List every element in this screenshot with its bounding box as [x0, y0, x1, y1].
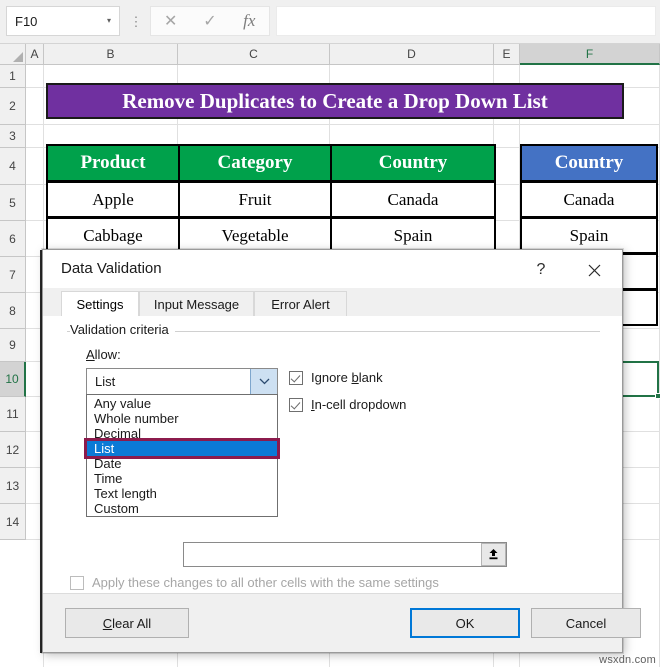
row-header-3[interactable]: 3 [0, 125, 26, 148]
list-option-custom[interactable]: Custom [87, 501, 277, 516]
column-header-d[interactable]: D [330, 44, 494, 65]
row-header-2[interactable]: 2 [0, 88, 26, 125]
row-header-4[interactable]: 4 [0, 148, 26, 185]
row-header-6[interactable]: 6 [0, 221, 26, 257]
table-cell-category[interactable]: Fruit [178, 181, 332, 218]
allow-options-listbox[interactable]: Any value Whole number Decimal List Date… [84, 394, 280, 517]
row-header-13[interactable]: 13 [0, 468, 26, 504]
tab-error-alert[interactable]: Error Alert [254, 291, 347, 316]
column-header-c[interactable]: C [178, 44, 330, 65]
tab-settings[interactable]: Settings [61, 291, 139, 317]
select-all-corner[interactable] [0, 44, 26, 65]
gridline-horizontal [26, 124, 660, 125]
table-header-product: Product [46, 144, 180, 182]
in-cell-dropdown-checkbox-row[interactable]: In-cell dropdown [289, 397, 406, 412]
row-header-11[interactable]: 11 [0, 397, 26, 432]
watermark: wsxdn.com [599, 654, 656, 666]
sheet-title-banner: Remove Duplicates to Create a Drop Down … [46, 83, 624, 119]
list-option-any-value[interactable]: Any value [87, 396, 277, 411]
select-all-triangle-icon [13, 52, 23, 62]
data-validation-dialog: Data Validation ? Settings Input Message… [42, 249, 641, 653]
row-header-1[interactable]: 1 [0, 65, 26, 88]
in-cell-dropdown-label: In-cell dropdown [311, 397, 407, 412]
insert-function-icon[interactable]: fx [230, 11, 269, 31]
ok-button[interactable]: OK [410, 608, 520, 638]
range-selector-icon[interactable] [481, 543, 506, 566]
more-options-icon[interactable]: ⋮ [127, 6, 145, 36]
row-header-7[interactable]: 7 [0, 257, 26, 293]
allow-dropdown-value: List [95, 374, 116, 389]
table-header-country: Country [330, 144, 496, 182]
chevron-down-icon[interactable]: ▾ [99, 17, 119, 25]
checkbox-icon[interactable] [289, 370, 303, 385]
row-header-5[interactable]: 5 [0, 185, 26, 221]
allow-dropdown[interactable]: List [86, 368, 278, 395]
dialog-tab-strip: Settings Input Message Error Alert [43, 288, 622, 317]
formula-input[interactable] [276, 6, 656, 36]
checkbox-icon[interactable] [289, 397, 303, 412]
column-header-f[interactable]: F [520, 44, 660, 65]
close-icon[interactable] [580, 258, 608, 282]
allow-label: Allow: [86, 347, 121, 362]
help-icon[interactable]: ? [528, 258, 554, 282]
cancel-button[interactable]: Cancel [531, 608, 641, 638]
list-option-time[interactable]: Time [87, 471, 277, 486]
list-option-decimal[interactable]: Decimal [87, 426, 277, 441]
formula-action-buttons: ✕ ✓ fx [150, 6, 270, 36]
list-option-whole-number[interactable]: Whole number [87, 411, 277, 426]
row-header-8[interactable]: 8 [0, 293, 26, 329]
dialog-titlebar[interactable]: Data Validation ? [43, 250, 622, 288]
column-header-a[interactable]: A [26, 44, 44, 65]
column-header-e[interactable]: E [494, 44, 520, 65]
table-header-category: Category [178, 144, 332, 182]
formula-bar-strip: F10 ▾ ⋮ ✕ ✓ fx [0, 0, 660, 44]
clear-all-button[interactable]: Clear All [65, 608, 189, 638]
list-option-text-length[interactable]: Text length [87, 486, 277, 501]
list-option-list[interactable]: List [84, 438, 280, 459]
list-option-date[interactable]: Date [87, 456, 277, 471]
side-table-cell-country[interactable]: Canada [520, 181, 658, 218]
dialog-title: Data Validation [61, 260, 162, 277]
row-header-14[interactable]: 14 [0, 504, 26, 540]
tab-input-message[interactable]: Input Message [139, 291, 254, 316]
row-header-12[interactable]: 12 [0, 432, 26, 468]
row-header-10[interactable]: 10 [0, 362, 26, 397]
confirm-formula-icon[interactable]: ✓ [190, 11, 229, 31]
name-box[interactable]: F10 ▾ [6, 6, 120, 36]
column-header-row: A B C D E F [0, 44, 660, 65]
chevron-down-icon[interactable] [250, 369, 277, 394]
name-box-value: F10 [15, 13, 38, 29]
row-header-9[interactable]: 9 [0, 329, 26, 362]
ignore-blank-label: Ignore blank [311, 370, 383, 385]
apply-all-cells-checkbox-row[interactable]: Apply these changes to all other cells w… [70, 575, 439, 590]
ignore-blank-checkbox-row[interactable]: Ignore blank [289, 370, 383, 385]
source-input[interactable] [183, 542, 507, 567]
dialog-body-settings: Validation criteria Allow: List Any valu… [43, 316, 622, 596]
side-table-header-country: Country [520, 144, 658, 182]
validation-criteria-label: Validation criteria [70, 322, 175, 337]
table-cell-product[interactable]: Apple [46, 181, 180, 218]
dialog-footer: Clear All OK Cancel [43, 593, 641, 652]
column-header-b[interactable]: B [44, 44, 178, 65]
cancel-formula-icon[interactable]: ✕ [151, 11, 190, 31]
checkbox-icon[interactable] [70, 575, 84, 590]
fill-handle[interactable] [655, 393, 660, 399]
apply-all-cells-label: Apply these changes to all other cells w… [92, 575, 439, 590]
table-cell-country[interactable]: Canada [330, 181, 496, 218]
